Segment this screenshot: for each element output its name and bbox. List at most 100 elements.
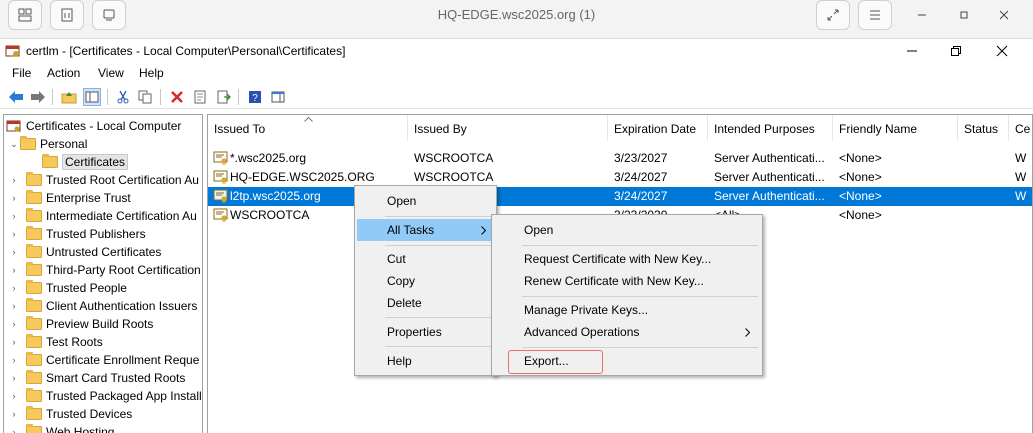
- submenu-open[interactable]: Open: [494, 219, 760, 241]
- chevron-right-icon[interactable]: ›: [8, 319, 20, 329]
- column-ce[interactable]: Ce: [1009, 115, 1032, 141]
- export-list-icon: [217, 90, 231, 104]
- table-cell: HQ-EDGE.WSC2025.ORG: [230, 170, 375, 184]
- hamburger-menu-button[interactable]: [858, 0, 892, 30]
- chevron-right-icon[interactable]: ›: [8, 175, 20, 185]
- tree-item-certificates[interactable]: Certificates: [42, 153, 129, 171]
- tree-item-store[interactable]: › Untrusted Certificates: [8, 243, 161, 261]
- mmc-minimize-button[interactable]: [892, 40, 932, 62]
- table-row[interactable]: *.wsc2025.org WSCROOTCA 3/23/2027 Server Au…: [208, 149, 1032, 168]
- tree-item-store[interactable]: › Trusted Publishers: [8, 225, 146, 243]
- context-cut[interactable]: Cut: [357, 248, 494, 270]
- tree-item-store[interactable]: › Web Hosting: [8, 423, 114, 433]
- tree-item-label: Preview Build Roots: [46, 317, 154, 331]
- cut-button[interactable]: [114, 88, 132, 106]
- chevron-right-icon[interactable]: ›: [8, 337, 20, 347]
- chevron-right-icon[interactable]: ›: [8, 391, 20, 401]
- chevron-right-icon[interactable]: ›: [8, 409, 20, 419]
- forward-button[interactable]: [29, 88, 47, 106]
- console-tree: Certificates - Local Computer ⌄ Personal…: [3, 114, 203, 433]
- tree-item-label: Trusted Root Certification Au: [46, 173, 199, 187]
- tree-item-store[interactable]: › Preview Build Roots: [8, 315, 153, 333]
- mmc-restore-button[interactable]: [936, 40, 976, 62]
- properties-button[interactable]: [191, 88, 209, 106]
- chevron-down-icon[interactable]: ⌄: [8, 139, 20, 150]
- menu-action[interactable]: Action: [47, 66, 80, 80]
- chevron-right-icon[interactable]: ›: [8, 229, 20, 239]
- table-cell: 3/23/2027: [614, 151, 668, 165]
- chevron-right-icon[interactable]: ›: [8, 283, 20, 293]
- delete-button[interactable]: [168, 88, 186, 106]
- menu-view[interactable]: View: [98, 66, 124, 80]
- console-tree-icon: [85, 91, 99, 103]
- chevron-right-icon[interactable]: ›: [8, 211, 20, 221]
- up-folder-button[interactable]: [60, 88, 78, 106]
- folder-icon: [26, 352, 42, 366]
- export-list-button[interactable]: [215, 88, 233, 106]
- tree-item-label: Web Hosting: [46, 425, 115, 433]
- submenu-request-new-key[interactable]: Request Certificate with New Key...: [494, 248, 760, 270]
- submenu-renew-new-key[interactable]: Renew Certificate with New Key...: [494, 270, 760, 292]
- column-status[interactable]: Status: [958, 115, 1009, 141]
- context-delete[interactable]: Delete: [357, 292, 494, 314]
- chevron-right-icon[interactable]: ›: [8, 427, 20, 433]
- tree-item-label: Client Authentication Issuers: [46, 299, 198, 313]
- remote-close-button[interactable]: [988, 2, 1020, 28]
- context-help[interactable]: Help: [357, 350, 494, 372]
- restore-icon: [951, 46, 961, 56]
- chevron-right-icon[interactable]: ›: [8, 373, 20, 383]
- chevron-right-icon[interactable]: ›: [8, 193, 20, 203]
- table-row[interactable]: HQ-EDGE.WSC2025.ORG WSCROOTCA 3/24/2027 Ser…: [208, 168, 1032, 187]
- action-pane-icon: [271, 91, 285, 103]
- folder-icon: [26, 316, 42, 330]
- chevron-right-icon[interactable]: ›: [8, 265, 20, 275]
- close-icon: [999, 10, 1009, 20]
- copy-button[interactable]: [136, 88, 154, 106]
- back-button[interactable]: [7, 88, 25, 106]
- tree-item-store[interactable]: › Trusted People: [8, 279, 127, 297]
- context-properties[interactable]: Properties: [357, 321, 494, 343]
- column-issued-by[interactable]: Issued By: [408, 115, 608, 141]
- tree-item-store[interactable]: › Third-Party Root Certification: [8, 261, 201, 279]
- context-copy[interactable]: Copy: [357, 270, 494, 292]
- tree-item-store[interactable]: › Trusted Devices: [8, 405, 132, 423]
- export-highlight-outline: [508, 350, 603, 374]
- tree-item-store[interactable]: › Test Roots: [8, 333, 103, 351]
- tree-item-store[interactable]: › Smart Card Trusted Roots: [8, 369, 185, 387]
- chevron-right-icon[interactable]: ›: [8, 247, 20, 257]
- remote-minimize-button[interactable]: [906, 2, 938, 28]
- show-action-pane-button[interactable]: [269, 88, 287, 106]
- folder-icon: [26, 298, 42, 312]
- remote-maximize-button[interactable]: [948, 2, 980, 28]
- chevron-right-icon[interactable]: ›: [8, 355, 20, 365]
- certificate-store-icon: [6, 120, 21, 132]
- help-button[interactable]: ?: [246, 88, 264, 106]
- menu-file[interactable]: File: [12, 66, 31, 80]
- tree-item-store[interactable]: › Trusted Packaged App Installa: [8, 387, 202, 405]
- context-all-tasks[interactable]: All Tasks: [357, 219, 494, 241]
- tree-item-label: Untrusted Certificates: [46, 245, 162, 259]
- table-cell: 3/24/2027: [614, 170, 668, 184]
- tree-root-certificates[interactable]: Certificates - Local Computer: [6, 117, 181, 135]
- tree-item-store[interactable]: › Trusted Root Certification Au: [8, 171, 199, 189]
- table-cell: Server Authenticati...: [714, 189, 825, 203]
- column-intended-purposes[interactable]: Intended Purposes: [708, 115, 833, 141]
- tree-item-personal[interactable]: ⌄ Personal: [8, 135, 87, 153]
- chevron-right-icon[interactable]: ›: [8, 301, 20, 311]
- column-friendly-name[interactable]: Friendly Name: [833, 115, 958, 141]
- expand-icon-button[interactable]: [816, 0, 850, 30]
- tree-item-label: Certificates: [62, 154, 129, 170]
- tree-item-store[interactable]: › Enterprise Trust: [8, 189, 131, 207]
- table-cell: *.wsc2025.org: [230, 151, 307, 165]
- show-hide-tree-button[interactable]: [83, 88, 101, 106]
- mmc-close-button[interactable]: [982, 40, 1022, 62]
- submenu-manage-private-keys[interactable]: Manage Private Keys...: [494, 299, 760, 321]
- tree-item-store[interactable]: › Intermediate Certification Au: [8, 207, 197, 225]
- submenu-advanced-operations[interactable]: Advanced Operations: [494, 321, 760, 343]
- menu-help[interactable]: Help: [139, 66, 164, 80]
- tree-item-store[interactable]: › Client Authentication Issuers: [8, 297, 197, 315]
- table-row[interactable]: l2tp.wsc2025.orgWSCROOTCA3/24/2027Server…: [208, 187, 1032, 206]
- context-open[interactable]: Open: [357, 190, 494, 212]
- column-expiration-date[interactable]: Expiration Date: [608, 115, 708, 141]
- tree-item-store[interactable]: › Certificate Enrollment Reque: [8, 351, 199, 369]
